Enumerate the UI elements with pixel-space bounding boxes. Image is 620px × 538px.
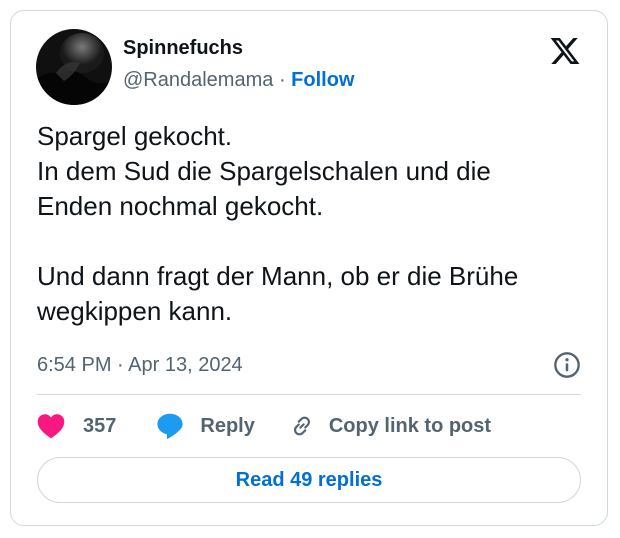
tweet-line: Und dann fragt der Mann, ob er die Brühe	[37, 261, 519, 291]
handle-row: @Randalemama · Follow	[123, 69, 355, 92]
avatar-image	[36, 29, 112, 105]
separator-dot: ·	[278, 69, 286, 91]
tweet-line: Enden nochmal gekocht.	[37, 191, 324, 221]
copy-link-button[interactable]: Copy link to post	[289, 413, 491, 439]
display-name[interactable]: Spinnefuchs	[123, 37, 243, 60]
divider	[37, 394, 581, 395]
tweet-text: Spargel gekocht. In dem Sud die Spargels…	[37, 119, 587, 329]
speech-bubble-icon	[156, 412, 184, 440]
link-icon	[289, 413, 315, 439]
tweet-card: Spinnefuchs @Randalemama · Follow Sparge…	[10, 10, 608, 526]
tweet-line: Spargel gekocht.	[37, 121, 233, 151]
info-icon[interactable]	[553, 351, 581, 379]
x-logo-icon[interactable]	[549, 35, 581, 67]
like-count: 357	[83, 414, 117, 437]
timestamp-link[interactable]: 6:54 PM · Apr 13, 2024	[37, 354, 243, 377]
tweet-line: wegkippen kann.	[37, 296, 233, 326]
heart-icon	[37, 413, 65, 439]
copy-link-label: Copy link to post	[328, 414, 492, 437]
follow-link[interactable]: Follow	[291, 69, 354, 91]
action-bar: 357 Reply Copy link to post	[37, 409, 491, 443]
reply-label: Reply	[200, 414, 255, 437]
reply-button[interactable]: Reply	[156, 412, 255, 440]
handle[interactable]: @Randalemama	[123, 69, 273, 91]
tweet-line: In dem Sud die Spargelschalen und die	[37, 156, 491, 186]
avatar[interactable]	[36, 29, 112, 105]
like-button[interactable]: 357	[37, 413, 116, 439]
read-replies-button[interactable]: Read 49 replies	[37, 457, 581, 503]
